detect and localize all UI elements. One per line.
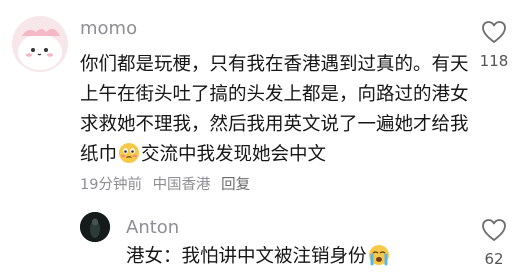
- avatar[interactable]: [12, 16, 68, 72]
- heart-outline-icon[interactable]: [481, 20, 507, 44]
- reply-like-button[interactable]: 62: [472, 218, 516, 268]
- comment-like-count: 118: [479, 52, 509, 70]
- comment-meta: 19分钟前 中国香港 回复: [80, 175, 256, 195]
- comment-location: 中国香港: [152, 177, 211, 193]
- reply-like-count: 62: [484, 250, 504, 268]
- reply-username[interactable]: Anton: [126, 217, 179, 239]
- reply-avatar[interactable]: [80, 212, 110, 242]
- flushed-face-emoji-icon: [118, 142, 140, 164]
- reply-button[interactable]: 回复: [221, 177, 250, 193]
- comment-text-part2: 交流中我发现她会中文: [141, 144, 327, 165]
- heart-outline-icon[interactable]: [481, 218, 507, 242]
- comment-text: 你们都是玩梗，只有我在香港遇到过真的。有天上午在街头吐了搞的头发上都是，向路过的…: [80, 50, 472, 170]
- comment-time: 19分钟前: [80, 177, 142, 193]
- cartoon-avatar-icon: [12, 16, 68, 72]
- comment-like-button[interactable]: 118: [472, 20, 516, 70]
- dark-avatar-icon: [80, 212, 110, 242]
- crying-face-emoji-icon: [368, 244, 390, 266]
- reply-text: 港女：我怕讲中文被注销身份: [126, 244, 391, 270]
- comment-username[interactable]: momo: [80, 18, 137, 40]
- reply-text-content: 港女：我怕讲中文被注销身份: [126, 246, 367, 267]
